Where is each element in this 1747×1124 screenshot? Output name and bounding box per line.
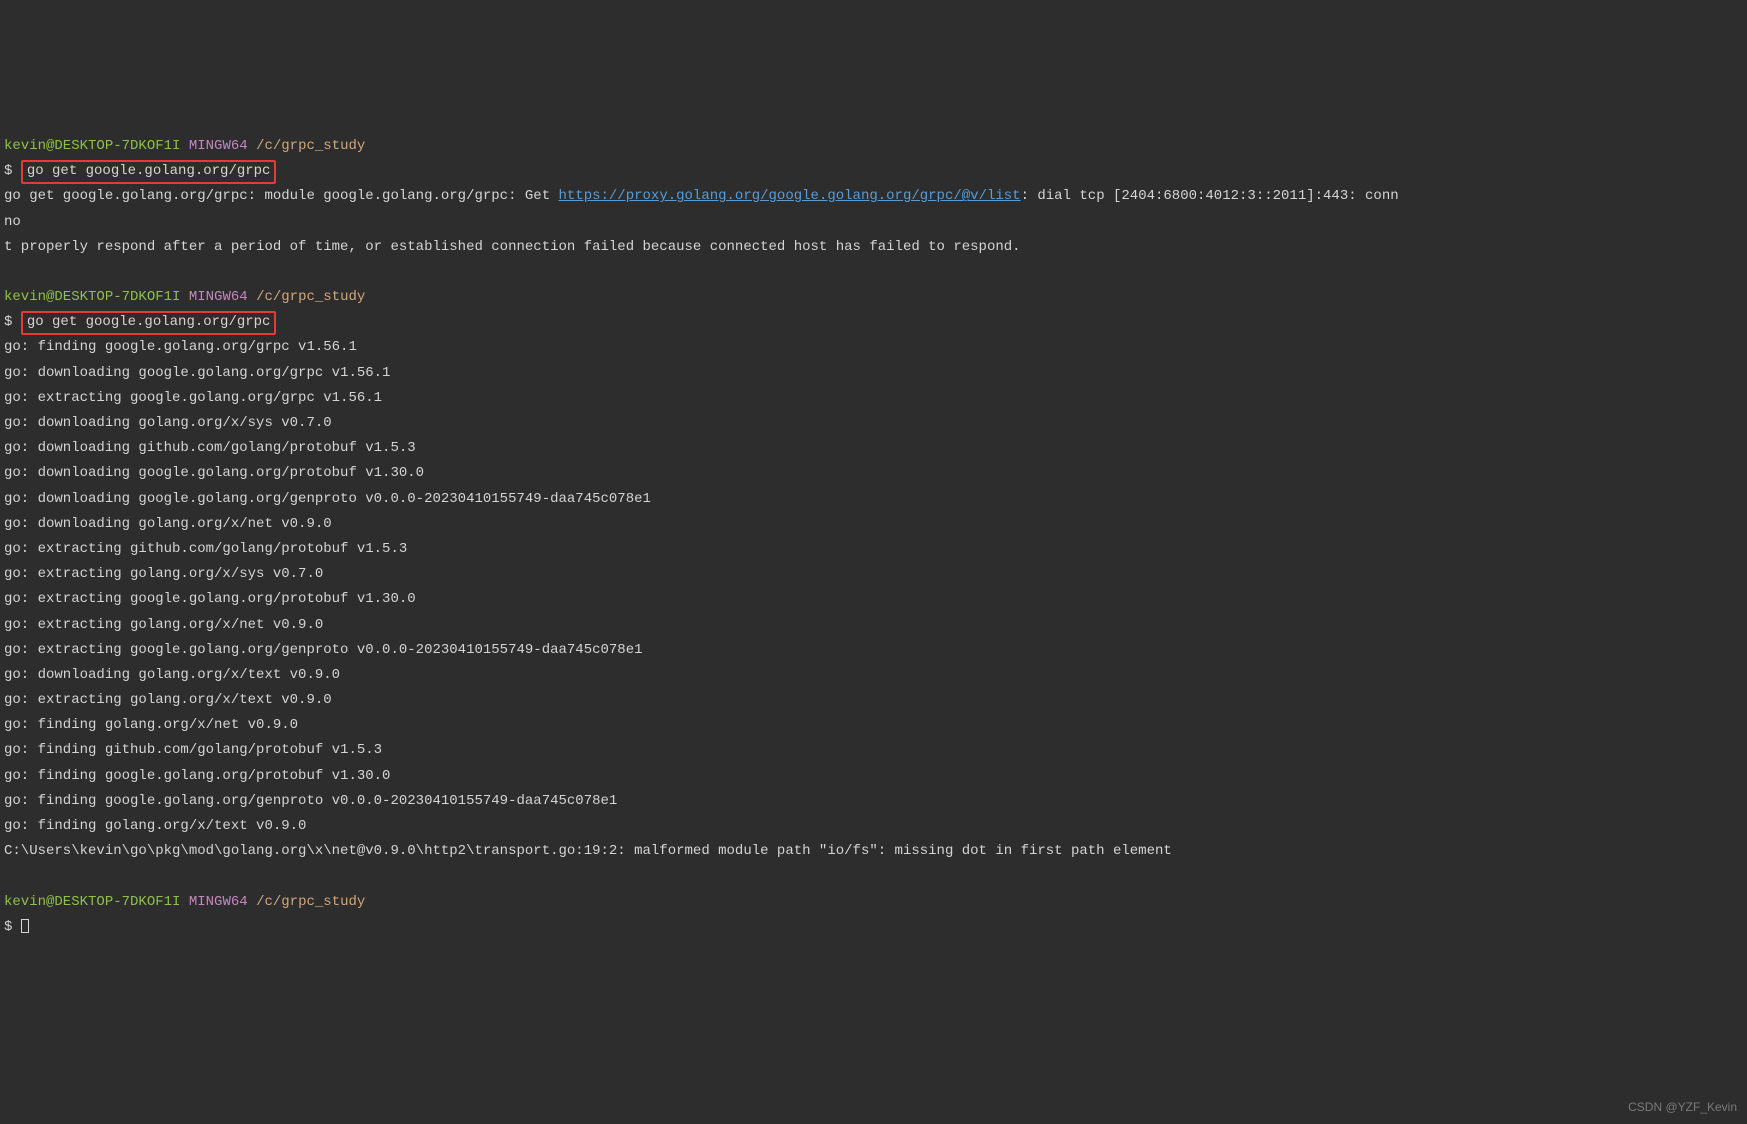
- output-line: go: finding github.com/golang/protobuf v…: [4, 742, 382, 758]
- error-suffix1: : dial tcp [2404:6800:4012:3::2011]:443:…: [1021, 188, 1399, 204]
- output-line: go: finding golang.org/x/net v0.9.0: [4, 717, 298, 733]
- command-1: go get google.golang.org/grpc: [21, 160, 277, 184]
- output-line: go: downloading github.com/golang/protob…: [4, 440, 416, 456]
- output-line: go: downloading google.golang.org/genpro…: [4, 491, 651, 507]
- output-line: go: finding google.golang.org/grpc v1.56…: [4, 339, 357, 355]
- prompt-mingw: MINGW64: [189, 289, 248, 305]
- error-url[interactable]: https://proxy.golang.org/google.golang.o…: [559, 188, 1021, 204]
- output-line: go: finding google.golang.org/protobuf v…: [4, 768, 390, 784]
- terminal-output[interactable]: kevin@DESKTOP-7DKOF1I MINGW64 /c/grpc_st…: [4, 109, 1743, 940]
- output-line: go: extracting google.golang.org/protobu…: [4, 591, 416, 607]
- prompt-dollar: $: [4, 314, 12, 330]
- output-line: go: downloading google.golang.org/protob…: [4, 465, 424, 481]
- prompt-user: kevin@DESKTOP-7DKOF1I: [4, 289, 180, 305]
- output-line: go: finding golang.org/x/text v0.9.0: [4, 818, 306, 834]
- output-line: go: extracting golang.org/x/sys v0.7.0: [4, 566, 323, 582]
- prompt-path: /c/grpc_study: [256, 894, 365, 910]
- error-prefix: go get google.golang.org/grpc: module go…: [4, 188, 559, 204]
- error-line2: no: [4, 214, 21, 230]
- prompt-dollar: $: [4, 163, 12, 179]
- output-line: C:\Users\kevin\go\pkg\mod\golang.org\x\n…: [4, 843, 1172, 859]
- output-line: go: finding google.golang.org/genproto v…: [4, 793, 617, 809]
- prompt-mingw: MINGW64: [189, 894, 248, 910]
- command-2: go get google.golang.org/grpc: [21, 311, 277, 335]
- prompt-path: /c/grpc_study: [256, 289, 365, 305]
- prompt-path: /c/grpc_study: [256, 138, 365, 154]
- output-line: go: downloading golang.org/x/text v0.9.0: [4, 667, 340, 683]
- cursor[interactable]: [21, 919, 29, 933]
- error-line3: t properly respond after a period of tim…: [4, 239, 1021, 255]
- output-line: go: extracting github.com/golang/protobu…: [4, 541, 407, 557]
- output-line: go: extracting golang.org/x/net v0.9.0: [4, 617, 323, 633]
- output-line: go: extracting google.golang.org/grpc v1…: [4, 390, 382, 406]
- output-line: go: downloading golang.org/x/net v0.9.0: [4, 516, 332, 532]
- output-line: go: extracting google.golang.org/genprot…: [4, 642, 643, 658]
- output-line: go: downloading google.golang.org/grpc v…: [4, 365, 390, 381]
- watermark: CSDN @YZF_Kevin: [1628, 1097, 1737, 1119]
- prompt-dollar: $: [4, 919, 12, 935]
- output-line: go: downloading golang.org/x/sys v0.7.0: [4, 415, 332, 431]
- prompt-user: kevin@DESKTOP-7DKOF1I: [4, 138, 180, 154]
- output-line: go: extracting golang.org/x/text v0.9.0: [4, 692, 332, 708]
- prompt-user: kevin@DESKTOP-7DKOF1I: [4, 894, 180, 910]
- prompt-mingw: MINGW64: [189, 138, 248, 154]
